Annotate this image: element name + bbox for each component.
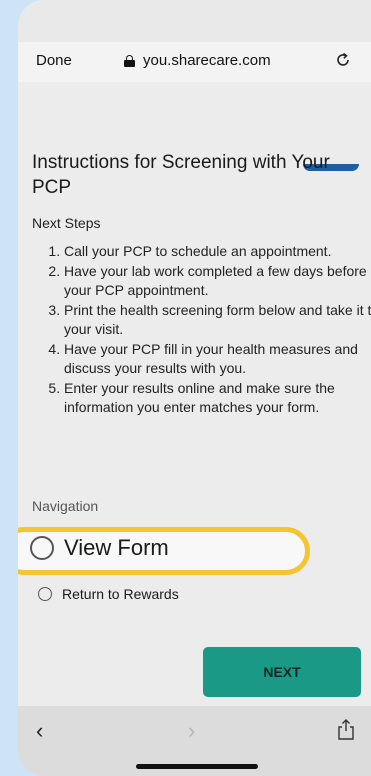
page-content: Instructions for Screening with Your PCP… <box>18 82 371 706</box>
url-field[interactable]: you.sharecare.com <box>124 52 271 69</box>
navigation-label: Navigation <box>32 498 99 514</box>
radio-button[interactable] <box>38 587 52 601</box>
next-steps-heading: Next Steps <box>32 215 101 231</box>
phone-screen: Done you.sharecare.com Instructions for … <box>18 0 371 776</box>
page-title: Instructions for Screening with Your PCP <box>32 152 330 198</box>
browser-top-bar: Done you.sharecare.com <box>18 42 371 82</box>
view-form-label: View Form <box>64 535 169 560</box>
radio-button[interactable] <box>30 536 54 560</box>
list-item: Call your PCP to schedule an appointment… <box>64 242 371 262</box>
share-icon[interactable] <box>337 718 355 740</box>
return-to-rewards-option[interactable]: Return to Rewards <box>38 586 179 602</box>
lock-icon <box>124 54 135 67</box>
view-form-option[interactable]: View Form <box>30 535 169 561</box>
list-item: Have your PCP fill in your health measur… <box>64 340 371 379</box>
list-item: Enter your results online and make sure … <box>64 379 371 418</box>
chevron-right-icon[interactable]: › <box>188 718 195 744</box>
url-text: you.sharecare.com <box>143 52 271 69</box>
steps-list: Call your PCP to schedule an appointment… <box>32 242 371 418</box>
list-item: Print the health screening form below an… <box>64 301 371 340</box>
reload-icon[interactable] <box>333 50 353 70</box>
browser-bottom-bar: ‹ › <box>18 706 371 776</box>
chevron-left-icon[interactable]: ‹ <box>36 718 43 744</box>
return-to-rewards-label: Return to Rewards <box>62 586 179 602</box>
list-item: Have your lab work completed a few days … <box>64 262 371 301</box>
done-button[interactable]: Done <box>36 52 72 69</box>
next-button[interactable]: NEXT <box>203 647 361 697</box>
status-bar <box>18 0 371 42</box>
home-indicator <box>136 764 258 769</box>
